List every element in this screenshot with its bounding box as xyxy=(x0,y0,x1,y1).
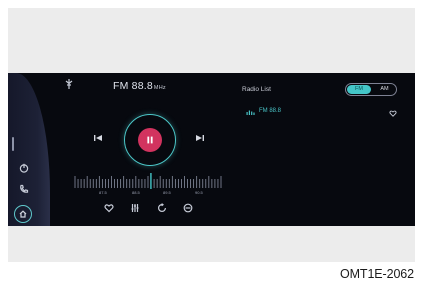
phone-button[interactable] xyxy=(15,180,33,198)
bottom-margin xyxy=(8,226,415,262)
heart-icon[interactable] xyxy=(104,203,114,213)
radio-list-title: Radio List xyxy=(242,86,271,93)
phone-icon xyxy=(20,184,29,193)
frequency-unit: MHz xyxy=(153,85,166,91)
home-icon xyxy=(19,210,27,218)
radio-antenna-icon[interactable] xyxy=(64,78,74,90)
frequency-value: FM 88.8 xyxy=(113,80,153,92)
top-margin xyxy=(8,8,415,73)
rail-scroll-indicator xyxy=(12,137,14,151)
power-icon xyxy=(19,163,29,173)
home-button[interactable] xyxy=(14,205,32,223)
previous-station-icon[interactable] xyxy=(92,133,104,143)
left-rail xyxy=(8,73,50,226)
favorite-heart-icon[interactable] xyxy=(389,110,397,117)
figure-code: OMT1E-2062 xyxy=(339,267,414,281)
band-option-am[interactable]: AM xyxy=(373,85,396,94)
scan-icon[interactable] xyxy=(157,203,167,213)
tuner-tick-label: 88.5 xyxy=(132,190,140,195)
play-pause-button[interactable] xyxy=(124,114,176,166)
now-playing-icon xyxy=(246,110,255,115)
tuner-tick-label: 89.5 xyxy=(163,190,171,195)
current-frequency: FM 88.8MHz xyxy=(113,80,166,92)
play-pause-disc xyxy=(138,128,162,152)
station-item[interactable]: FM 88.8 xyxy=(259,108,281,114)
band-option-fm[interactable]: FM xyxy=(347,85,371,94)
pause-icon xyxy=(147,136,153,144)
tuner-tick-label: 87.5 xyxy=(99,190,107,195)
settings-icon[interactable] xyxy=(183,203,193,213)
next-station-icon[interactable] xyxy=(194,133,206,143)
band-toggle[interactable]: FM AM xyxy=(345,83,397,96)
media-source-button[interactable] xyxy=(15,159,33,177)
equalizer-icon[interactable] xyxy=(130,203,140,213)
tuner-tick-label: 90.5 xyxy=(195,190,203,195)
